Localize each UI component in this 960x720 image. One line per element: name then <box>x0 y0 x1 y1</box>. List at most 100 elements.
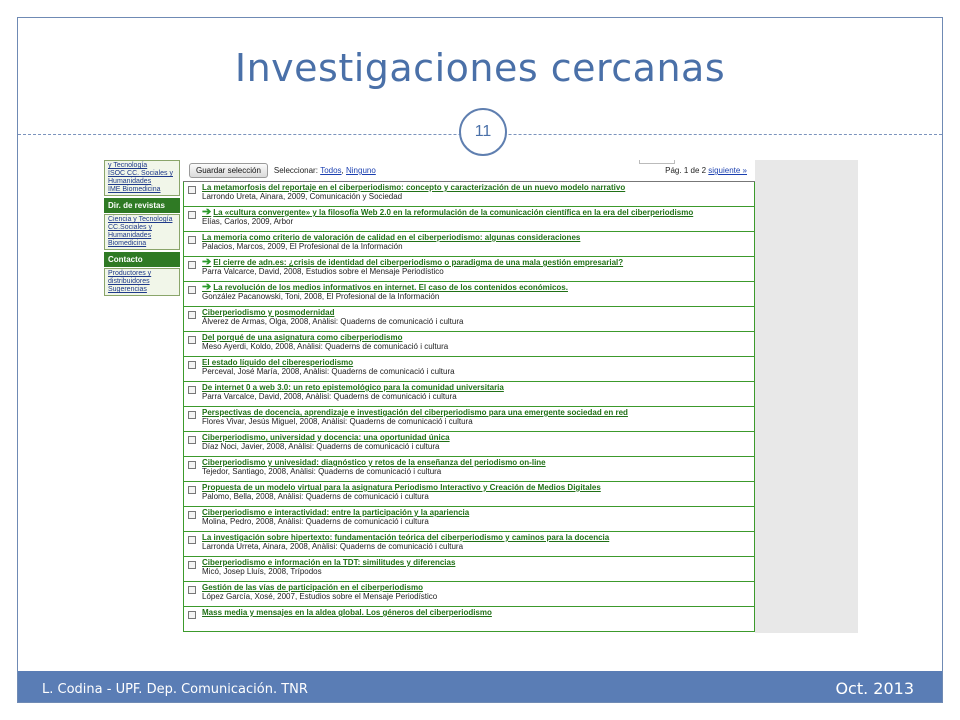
slide-page-number: 11 <box>459 108 507 156</box>
record-meta: González Pacanowski, Toni, 2008, El Prof… <box>202 292 440 301</box>
record-meta: Micó, Josep Lluís, 2008, Trípodos <box>202 567 322 576</box>
sidebar: y Tecnología ISOC CC. Sociales y Humanid… <box>104 160 180 639</box>
record-title-link[interactable]: ➔ La «cultura convergente» y la filosofía… <box>202 207 750 218</box>
record-checkbox[interactable] <box>188 186 196 194</box>
result-record: El estado líquido del ciberesperiodismo P… <box>183 357 755 382</box>
record-title-text: La memoria como criterio de valoración d… <box>202 233 581 242</box>
sidebar-contacto-box: Productores y distribuidores Sugerencias <box>104 268 180 296</box>
result-record: Perspectivas de docencia, aprendizaje e … <box>183 407 755 432</box>
record-checkbox[interactable] <box>188 261 196 269</box>
footer-date: Oct. 2013 <box>835 679 914 698</box>
record-checkbox[interactable] <box>188 486 196 494</box>
record-title-link[interactable]: ➔ El cierre de adn.es: ¿crisis de identid… <box>202 257 750 268</box>
sidebar-heading-contacto[interactable]: Contacto <box>104 252 180 267</box>
record-meta: Larronda Urreta, Ainara, 2008, Anàlisi: … <box>202 542 464 551</box>
next-page-link[interactable]: siguiente » <box>708 166 747 175</box>
record-title-text: La metamorfosis del reportaje en el cibe… <box>202 183 626 192</box>
record-title-link[interactable]: Ciberperiodismo e interactividad: entre … <box>202 508 750 517</box>
record-title-text: Propuesta de un modelo virtual para la a… <box>202 483 601 492</box>
record-title-text: El estado líquido del ciberesperiodismo <box>202 358 354 367</box>
record-checkbox[interactable] <box>188 561 196 569</box>
result-record: Ciberperiodismo, universidad y docencia:… <box>183 432 755 457</box>
record-checkbox[interactable] <box>188 236 196 244</box>
record-meta: Molina, Pedro, 2008, Anàlisi: Quaderns d… <box>202 517 429 526</box>
save-selection-button[interactable]: Guardar selección <box>189 163 268 178</box>
record-checkbox[interactable] <box>188 336 196 344</box>
record-meta: Larrondo Ureta, Ainara, 2009, Comunicaci… <box>202 192 403 201</box>
select-label: Seleccionar: <box>273 166 318 175</box>
sidebar-item-ict[interactable]: y Tecnología <box>108 162 176 170</box>
record-title-text: Ciberperiodismo y univesidad: diagnóstic… <box>202 458 546 467</box>
record-checkbox[interactable] <box>188 386 196 394</box>
record-meta: Parra Varcalce, David, 2008, Anàlisi: Qu… <box>202 392 457 401</box>
record-title-text: La «cultura convergente» y la filosofía … <box>213 208 694 217</box>
record-title-text: Mass media y mensajes en la aldea global… <box>202 608 492 617</box>
sidebar-item-ime[interactable]: IME Biomedicina <box>108 186 176 194</box>
record-title-link[interactable]: ➔ La revolución de los medios informativo… <box>202 282 750 293</box>
record-title-link[interactable]: Gestión de las vías de participación en … <box>202 583 750 592</box>
sidebar-item-productores[interactable]: Productores y distribuidores <box>108 270 176 286</box>
record-title-text: Gestión de las vías de participación en … <box>202 583 423 592</box>
result-record: Gestión de las vías de participación en … <box>183 582 755 607</box>
screenshot-bottom-edge <box>97 633 858 639</box>
result-record: ➔ El cierre de adn.es: ¿crisis de identid… <box>183 257 755 282</box>
result-record: Ciberperiodismo e interactividad: entre … <box>183 507 755 532</box>
record-title-link[interactable]: Perspectivas de docencia, aprendizaje e … <box>202 408 750 417</box>
record-checkbox[interactable] <box>188 611 196 619</box>
record-title-link[interactable]: Propuesta de un modelo virtual para la a… <box>202 483 750 492</box>
screenshot-gray-margin <box>755 160 858 639</box>
result-record: La metamorfosis del reportaje en el cibe… <box>183 182 755 207</box>
sidebar-item-ciencia[interactable]: Ciencia y Tecnología <box>108 216 176 224</box>
record-checkbox[interactable] <box>188 361 196 369</box>
result-record: De internet 0 a web 3.0: un reto epistem… <box>183 382 755 407</box>
record-checkbox[interactable] <box>188 511 196 519</box>
sidebar-heading-revistas[interactable]: Dir. de revistas <box>104 198 180 213</box>
result-record: La memoria como criterio de valoración d… <box>183 232 755 257</box>
record-title-text: Ciberperiodismo e interactividad: entre … <box>202 508 470 517</box>
record-meta: López García, Xosé, 2007, Estudios sobre… <box>202 592 438 601</box>
record-meta: Palomo, Bella, 2008, Anàlisi: Quaderns d… <box>202 492 429 501</box>
record-checkbox[interactable] <box>188 586 196 594</box>
record-title-link[interactable]: Del porqué de una asignatura como ciberp… <box>202 333 750 342</box>
sidebar-item-sugerencias[interactable]: Sugerencias <box>108 286 176 294</box>
select-none-link[interactable]: Ninguno <box>346 166 376 175</box>
record-checkbox[interactable] <box>188 461 196 469</box>
record-checkbox[interactable] <box>188 211 196 219</box>
footer-author: L. Codina - UPF. Dep. Comunicación. TNR <box>42 682 308 697</box>
record-title-text: Ciberperiodismo e información en la TDT:… <box>202 558 456 567</box>
record-title-text: El cierre de adn.es: ¿crisis de identida… <box>213 258 624 267</box>
results-panel: Guardar selección Seleccionar: Todos, Ni… <box>183 160 755 639</box>
toolbar-box-edge <box>639 160 675 164</box>
results-toolbar: Guardar selección Seleccionar: Todos, Ni… <box>183 160 755 181</box>
record-title-link[interactable]: La investigación sobre hipertexto: funda… <box>202 533 750 542</box>
record-title-link[interactable]: Ciberperiodismo y univesidad: diagnóstic… <box>202 458 750 467</box>
record-title-link[interactable]: Ciberperiodismo e información en la TDT:… <box>202 558 750 567</box>
record-title-link[interactable]: La metamorfosis del reportaje en el cibe… <box>202 183 750 192</box>
record-checkbox[interactable] <box>188 436 196 444</box>
sidebar-item-biomedicina[interactable]: Biomedicina <box>108 240 176 248</box>
record-title-link[interactable]: De internet 0 a web 3.0: un reto epistem… <box>202 383 750 392</box>
record-title-link[interactable]: La memoria como criterio de valoración d… <box>202 233 750 242</box>
sidebar-item-ccsociales[interactable]: CC.Sociales y Humanidades <box>108 224 176 240</box>
record-meta: Elías, Carlos, 2009, Arbor <box>202 217 294 226</box>
record-title-link[interactable]: Ciberperiodismo, universidad y docencia:… <box>202 433 750 442</box>
record-meta: Palacios, Marcos, 2009, El Profesional d… <box>202 242 403 251</box>
record-title-text: La investigación sobre hipertexto: funda… <box>202 533 610 542</box>
record-title-link[interactable]: Mass media y mensajes en la aldea global… <box>202 608 750 617</box>
results-list: La metamorfosis del reportaje en el cibe… <box>183 181 755 632</box>
record-checkbox[interactable] <box>188 286 196 294</box>
result-record: La investigación sobre hipertexto: funda… <box>183 532 755 557</box>
embedded-screenshot: y Tecnología ISOC CC. Sociales y Humanid… <box>97 160 858 639</box>
record-checkbox[interactable] <box>188 311 196 319</box>
result-record: Mass media y mensajes en la aldea global… <box>183 607 755 632</box>
sidebar-item-isoc[interactable]: ISOC CC. Sociales y Humanidades <box>108 170 176 186</box>
record-title-link[interactable]: El estado líquido del ciberesperiodismo <box>202 358 750 367</box>
record-title-text: La revolución de los medios informativos… <box>213 283 568 292</box>
record-title-link[interactable]: Ciberperiodismo y posmodernidad <box>202 308 750 317</box>
record-meta: Álverez de Armas, Olga, 2008, Anàlisi: Q… <box>202 317 464 326</box>
pagination: Pág. 1 de 2 siguiente » <box>665 166 747 175</box>
record-checkbox[interactable] <box>188 411 196 419</box>
result-record: Ciberperiodismo y posmodernidad Álverez d… <box>183 307 755 332</box>
record-checkbox[interactable] <box>188 536 196 544</box>
select-all-link[interactable]: Todos <box>320 166 341 175</box>
